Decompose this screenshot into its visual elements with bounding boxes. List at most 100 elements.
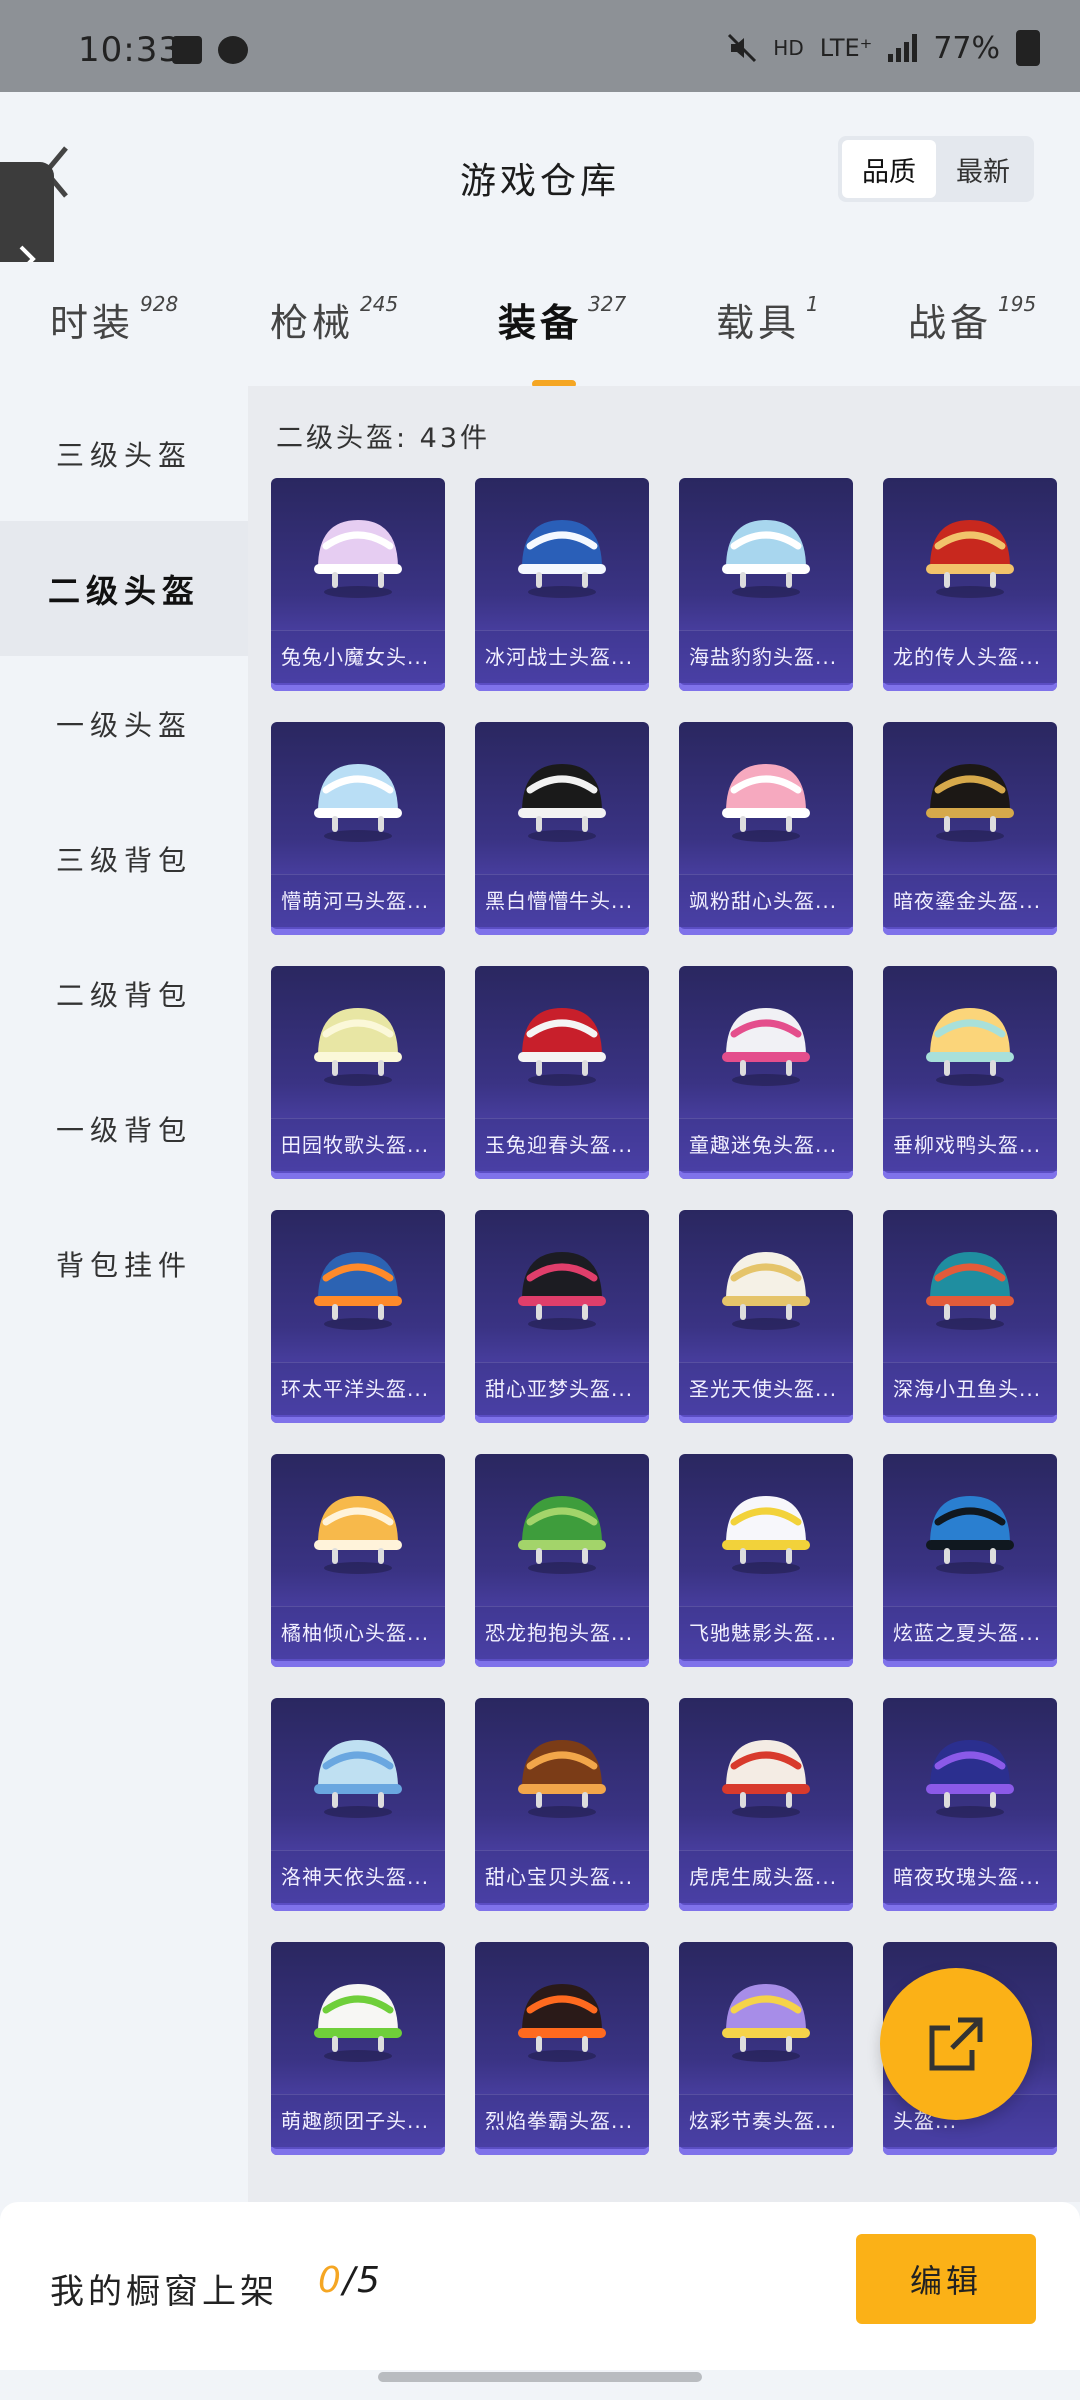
helmet-icon	[722, 1252, 810, 1330]
item-card[interactable]: 萌趣颜团子头...	[271, 1942, 445, 2155]
item-name: 田园牧歌头盔...	[271, 1118, 445, 1171]
item-name: 暗夜鎏金头盔...	[883, 874, 1057, 927]
header: 游戏仓库 品质 最新	[0, 92, 1080, 262]
sidebar-item-level2-backpack[interactable]: 二级背包	[0, 926, 248, 1061]
item-card[interactable]: 海盐豹豹头盔...	[679, 478, 853, 691]
tab-count: 327	[588, 292, 627, 316]
item-name: 兔兔小魔女头...	[271, 630, 445, 683]
item-card[interactable]: 飒粉甜心头盔...	[679, 722, 853, 935]
item-grid: 兔兔小魔女头... 冰河战士头盔... 海盐豹豹头盔... 龙的传人头盔... 懵萌河马…	[271, 478, 1071, 2155]
item-card[interactable]: 恐龙抱抱头盔...	[475, 1454, 649, 1667]
item-name: 虎虎生威头盔...	[679, 1850, 853, 1903]
sidebar-item-level1-backpack[interactable]: 一级背包	[0, 1061, 248, 1196]
item-card[interactable]: 炫彩节奏头盔...	[679, 1942, 853, 2155]
item-name: 飞驰魅影头盔...	[679, 1606, 853, 1659]
item-name: 龙的传人头盔...	[883, 630, 1057, 683]
tab-vehicles[interactable]: 载具 1	[716, 292, 819, 347]
tab-guns[interactable]: 枪械 245	[270, 292, 398, 347]
item-card[interactable]: 橘柚倾心头盔...	[271, 1454, 445, 1667]
showcase-bar: 我的橱窗上架 0/5 编辑	[0, 2202, 1080, 2370]
item-card[interactable]: 玉兔迎春头盔...	[475, 966, 649, 1179]
helmet-icon	[314, 520, 402, 598]
sidebar-item-backpack-charm[interactable]: 背包挂件	[0, 1196, 248, 1331]
sidebar-item-level3-helmet[interactable]: 三级头盔	[0, 386, 248, 521]
helmet-icon	[722, 520, 810, 598]
showcase-current: 0	[318, 2260, 343, 2301]
helmet-icon	[314, 1984, 402, 2062]
helmet-icon	[518, 764, 606, 842]
helmet-icon	[518, 1008, 606, 1086]
helmet-icon	[518, 1496, 606, 1574]
sidebar-item-level2-helmet[interactable]: 二级头盔	[0, 521, 248, 656]
item-name: 玉兔迎春头盔...	[475, 1118, 649, 1171]
tab-count: 245	[360, 292, 399, 316]
share-button[interactable]	[880, 1968, 1032, 2120]
helmet-icon	[314, 1252, 402, 1330]
category-tabs: 时装 928 枪械 245 装备 327 载具 1 战备 195	[0, 262, 1080, 388]
item-name: 炫蓝之夏头盔...	[883, 1606, 1057, 1659]
item-card[interactable]: 垂柳戏鸭头盔...	[883, 966, 1057, 1179]
item-card[interactable]: 田园牧歌头盔...	[271, 966, 445, 1179]
item-card[interactable]: 深海小丑鱼头...	[883, 1210, 1057, 1423]
edit-button[interactable]: 编辑	[856, 2234, 1036, 2324]
helmet-icon	[926, 1008, 1014, 1086]
helmet-icon	[518, 520, 606, 598]
signal-icon	[888, 34, 918, 62]
gallery-icon	[172, 36, 202, 64]
helmet-icon	[926, 1496, 1014, 1574]
helmet-icon	[518, 1984, 606, 2062]
sort-quality-option[interactable]: 品质	[842, 140, 936, 198]
item-card[interactable]: 飞驰魅影头盔...	[679, 1454, 853, 1667]
showcase-count: 0/5	[318, 2260, 382, 2301]
item-card[interactable]: 洛神天依头盔...	[271, 1698, 445, 1911]
item-card[interactable]: 烈焰拳霸头盔...	[475, 1942, 649, 2155]
item-name: 环太平洋头盔...	[271, 1362, 445, 1415]
item-content: 二级头盔: 43件 兔兔小魔女头... 冰河战士头盔... 海盐豹豹头盔... 龙的传…	[248, 386, 1080, 2202]
item-name: 甜心宝贝头盔...	[475, 1850, 649, 1903]
item-card[interactable]: 龙的传人头盔...	[883, 478, 1057, 691]
item-count-label: 二级头盔: 43件	[276, 423, 491, 454]
showcase-label: 我的橱窗上架	[50, 2272, 278, 2312]
sort-toggle[interactable]: 品质 最新	[838, 136, 1034, 202]
home-indicator[interactable]	[378, 2372, 702, 2382]
item-name: 童趣迷兔头盔...	[679, 1118, 853, 1171]
item-card[interactable]: 暗夜玫瑰头盔...	[883, 1698, 1057, 1911]
tab-gear[interactable]: 战备 195	[908, 292, 1036, 347]
item-card[interactable]: 懵萌河马头盔...	[271, 722, 445, 935]
item-name: 垂柳戏鸭头盔...	[883, 1118, 1057, 1171]
item-name: 烈焰拳霸头盔...	[475, 2094, 649, 2147]
showcase-total: /5	[342, 2260, 382, 2301]
item-card[interactable]: 炫蓝之夏头盔...	[883, 1454, 1057, 1667]
helmet-icon	[722, 764, 810, 842]
status-bar: 10:33 HD LTE⁺ 77%	[0, 0, 1080, 92]
item-card[interactable]: 甜心宝贝头盔...	[475, 1698, 649, 1911]
item-card[interactable]: 暗夜鎏金头盔...	[883, 722, 1057, 935]
item-name: 甜心亚梦头盔...	[475, 1362, 649, 1415]
helmet-icon	[926, 1252, 1014, 1330]
item-name: 洛神天依头盔...	[271, 1850, 445, 1903]
item-card[interactable]: 圣光天使头盔...	[679, 1210, 853, 1423]
item-card[interactable]: 环太平洋头盔...	[271, 1210, 445, 1423]
helmet-icon	[926, 1740, 1014, 1818]
sidebar-item-level3-backpack[interactable]: 三级背包	[0, 791, 248, 926]
lte-label: LTE⁺	[819, 34, 873, 62]
sidebar-item-level1-helmet[interactable]: 一级头盔	[0, 656, 248, 791]
helmet-icon	[926, 764, 1014, 842]
tab-fashion[interactable]: 时装 928	[50, 292, 178, 347]
item-name: 懵萌河马头盔...	[271, 874, 445, 927]
tab-equipment[interactable]: 装备 327	[498, 292, 627, 388]
item-name: 冰河战士头盔...	[475, 630, 649, 683]
item-card[interactable]: 冰河战士头盔...	[475, 478, 649, 691]
status-right: HD LTE⁺ 77%	[727, 30, 1040, 66]
tab-count: 195	[998, 292, 1037, 316]
share-icon	[929, 2017, 983, 2071]
item-card[interactable]: 兔兔小魔女头...	[271, 478, 445, 691]
item-card[interactable]: 童趣迷兔头盔...	[679, 966, 853, 1179]
item-card[interactable]: 甜心亚梦头盔...	[475, 1210, 649, 1423]
tab-count: 1	[806, 292, 819, 316]
sort-newest-option[interactable]: 最新	[936, 140, 1030, 198]
item-card[interactable]: 黑白懵懵牛头...	[475, 722, 649, 935]
sidebar: 三级头盔 二级头盔 一级头盔 三级背包 二级背包 一级背包 背包挂件	[0, 386, 248, 2202]
tab-label: 载具	[716, 301, 801, 345]
item-card[interactable]: 虎虎生威头盔...	[679, 1698, 853, 1911]
